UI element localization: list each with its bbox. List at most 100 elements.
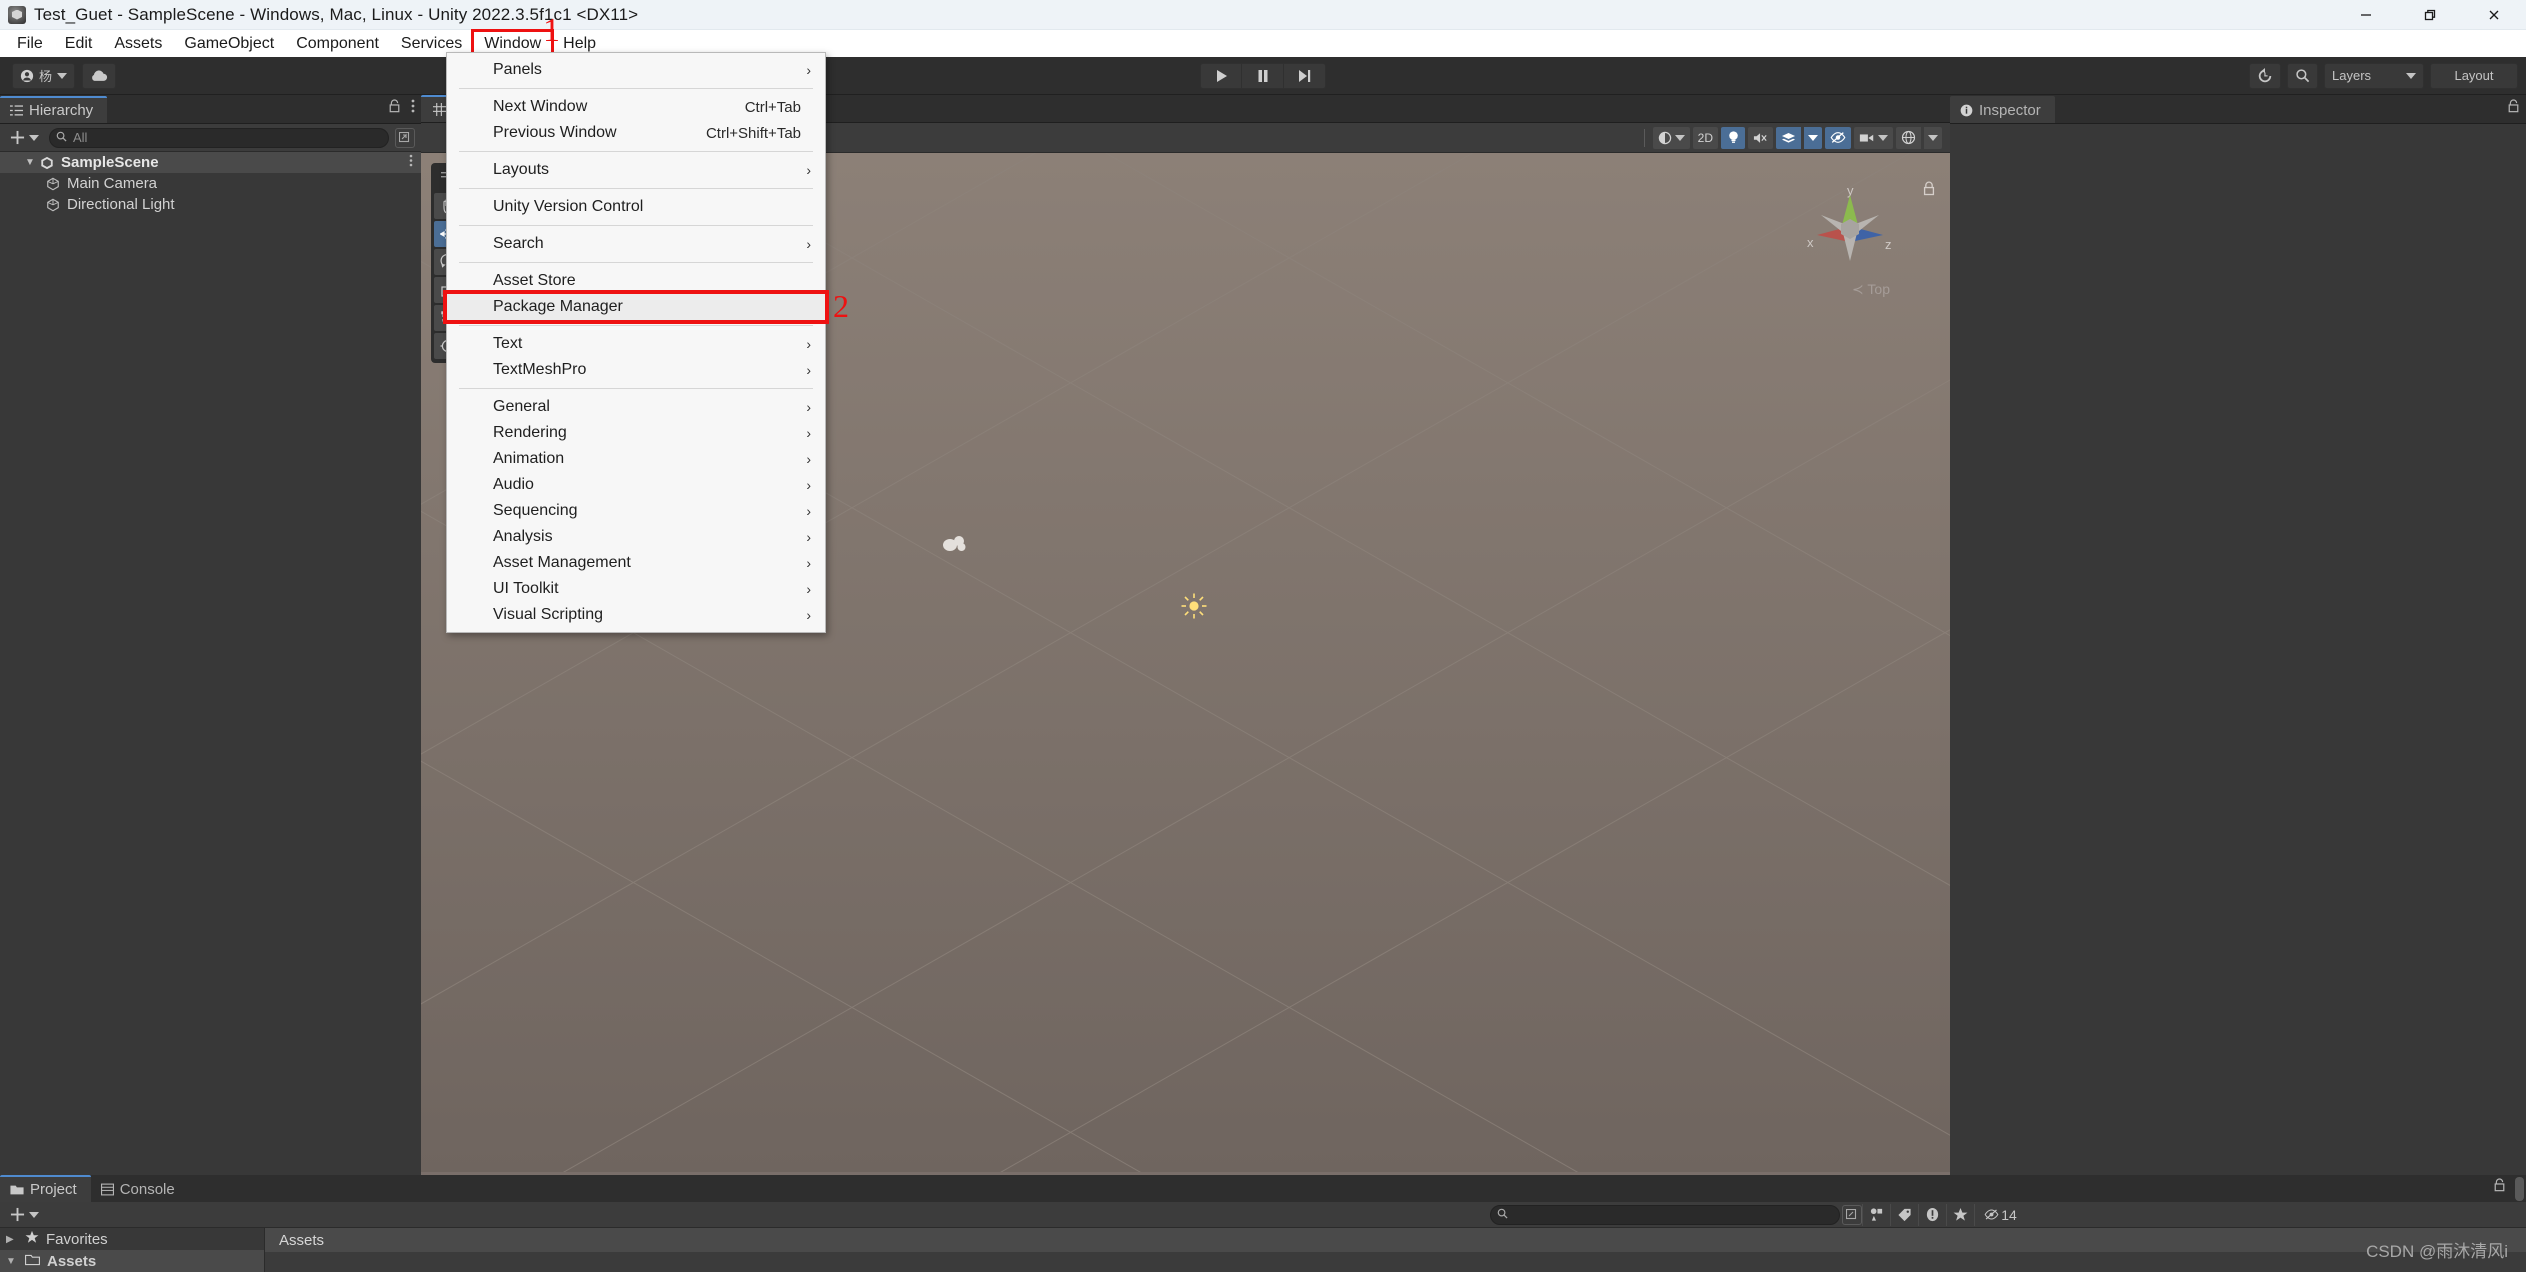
- step-button[interactable]: [1284, 63, 1326, 89]
- menu-item-shortcut: Ctrl+Tab: [745, 99, 809, 116]
- effects-dropdown[interactable]: [1804, 127, 1822, 149]
- divider: [459, 325, 813, 326]
- hidden-assets-count[interactable]: 14: [1974, 1204, 2026, 1226]
- gizmos-toggle[interactable]: [1896, 127, 1921, 149]
- layout-dropdown[interactable]: Layout: [2430, 63, 2518, 89]
- maximize-icon[interactable]: [2398, 0, 2462, 30]
- chevron-down-icon[interactable]: ▼: [22, 157, 38, 168]
- tab-console[interactable]: Console: [91, 1175, 189, 1202]
- add-gameobject-button[interactable]: [6, 130, 43, 145]
- gizmos-dropdown[interactable]: [1924, 127, 1942, 149]
- main-camera-gizmo[interactable]: [941, 533, 967, 558]
- divider: [459, 225, 813, 226]
- menu-item-rendering[interactable]: Rendering ›: [447, 420, 825, 446]
- search-expand-icon[interactable]: [395, 128, 415, 148]
- close-icon[interactable]: [2462, 0, 2526, 30]
- menu-item-previous-window[interactable]: Previous Window Ctrl+Shift+Tab: [447, 120, 825, 146]
- chevron-down-icon: [1808, 135, 1818, 141]
- menu-item-search[interactable]: Search ›: [447, 231, 825, 257]
- warning-icon[interactable]: [1918, 1204, 1946, 1226]
- directional-light-gizmo[interactable]: [1181, 593, 1207, 624]
- scene-camera-dropdown[interactable]: [1854, 127, 1893, 149]
- chevron-down-icon[interactable]: ▼: [6, 1256, 18, 1267]
- menu-item-ui-toolkit[interactable]: UI Toolkit ›: [447, 576, 825, 602]
- list-item[interactable]: ▼ SampleScene: [0, 152, 421, 173]
- menu-item-asset-management[interactable]: Asset Management ›: [447, 550, 825, 576]
- shading-mode-dropdown[interactable]: [1653, 127, 1690, 149]
- inspector-tabbar: Inspector: [1950, 95, 2526, 124]
- lock-icon[interactable]: [2507, 99, 2520, 118]
- play-button[interactable]: [1200, 63, 1242, 89]
- tab-project[interactable]: Project: [0, 1175, 91, 1202]
- kebab-menu-icon[interactable]: [411, 99, 415, 118]
- search-expand-icon[interactable]: [1842, 1205, 1862, 1225]
- window-dropdown-menu[interactable]: Panels › Next Window Ctrl+Tab Previous W…: [446, 52, 826, 633]
- list-item[interactable]: ▼ Assets: [0, 1250, 264, 1272]
- chevron-right-icon[interactable]: ▶: [6, 1234, 18, 1245]
- hierarchy-search-input[interactable]: All: [49, 128, 389, 148]
- list-item[interactable]: Main Camera: [0, 173, 421, 194]
- divider: [1644, 129, 1645, 147]
- kebab-menu-icon[interactable]: [409, 154, 413, 171]
- favorite-icon[interactable]: [1946, 1204, 1974, 1226]
- lock-icon[interactable]: [388, 99, 401, 118]
- menu-item-panels[interactable]: Panels ›: [447, 57, 825, 83]
- scene-view-options: 2D: [1639, 127, 1942, 149]
- list-item[interactable]: Directional Light: [0, 194, 421, 215]
- hierarchy-tree[interactable]: ▼ SampleScene Main Camera Direct: [0, 152, 421, 1175]
- layers-dropdown[interactable]: Layers: [2324, 63, 2424, 89]
- menu-edit[interactable]: Edit: [54, 31, 104, 56]
- gizmo-view-label[interactable]: ≺ Top: [1852, 281, 1890, 298]
- divider: [459, 88, 813, 89]
- scene-visibility-toggle[interactable]: [1825, 127, 1851, 149]
- unity-scene-icon: [38, 156, 56, 170]
- menu-item-label: Audio: [493, 476, 534, 494]
- filter-type-icon[interactable]: [1862, 1204, 1890, 1226]
- menu-item-animation[interactable]: Animation ›: [447, 446, 825, 472]
- history-icon[interactable]: [2249, 63, 2281, 89]
- breadcrumb-label: Assets: [279, 1232, 324, 1249]
- lock-icon[interactable]: [2493, 1178, 2506, 1197]
- project-contents[interactable]: Assets: [264, 1228, 2526, 1272]
- menu-component[interactable]: Component: [285, 31, 390, 56]
- scene-orientation-gizmo[interactable]: y x z: [1795, 173, 1905, 283]
- audio-mute-toggle[interactable]: [1748, 127, 1773, 149]
- menu-item-package-manager[interactable]: Package Manager: [447, 294, 825, 320]
- project-scrollbar[interactable]: [2515, 1175, 2524, 1272]
- pause-button[interactable]: [1242, 63, 1284, 89]
- lighting-toggle[interactable]: [1721, 127, 1745, 149]
- project-tree[interactable]: ▶ Favorites ▼ Assets: [0, 1228, 264, 1272]
- search-icon[interactable]: [2287, 63, 2318, 89]
- menu-item-analysis[interactable]: Analysis ›: [447, 524, 825, 550]
- menu-item-unity-version-control[interactable]: Unity Version Control: [447, 194, 825, 220]
- filter-label-icon[interactable]: [1890, 1204, 1918, 1226]
- menu-item-text[interactable]: Text ›: [447, 331, 825, 357]
- tab-inspector[interactable]: Inspector: [1950, 96, 2055, 123]
- effects-toggle[interactable]: [1776, 127, 1801, 149]
- divider: [459, 188, 813, 189]
- account-button[interactable]: 杨: [12, 63, 75, 89]
- menu-gameobject[interactable]: GameObject: [173, 31, 285, 56]
- menu-item-layouts[interactable]: Layouts ›: [447, 157, 825, 183]
- menu-item-sequencing[interactable]: Sequencing ›: [447, 498, 825, 524]
- menu-item-textmeshpro[interactable]: TextMeshPro ›: [447, 357, 825, 383]
- minimize-icon[interactable]: [2334, 0, 2398, 30]
- cloud-button[interactable]: [82, 63, 116, 89]
- menu-assets[interactable]: Assets: [103, 31, 173, 56]
- menu-item-general[interactable]: General ›: [447, 394, 825, 420]
- divider: [459, 262, 813, 263]
- menu-file[interactable]: File: [6, 31, 54, 56]
- toggle-2d-button[interactable]: 2D: [1693, 127, 1718, 149]
- hierarchy-toolbar: All: [0, 124, 421, 152]
- project-search-input[interactable]: [1490, 1205, 1840, 1225]
- chevron-right-icon: ›: [806, 425, 811, 441]
- chevron-right-icon: ›: [806, 503, 811, 519]
- tab-hierarchy[interactable]: Hierarchy: [0, 96, 107, 123]
- create-asset-button[interactable]: [6, 1207, 43, 1222]
- scene-lock-icon[interactable]: [1922, 181, 1936, 201]
- menu-item-next-window[interactable]: Next Window Ctrl+Tab: [447, 94, 825, 120]
- menu-item-visual-scripting[interactable]: Visual Scripting ›: [447, 602, 825, 628]
- menu-item-asset-store[interactable]: Asset Store: [447, 268, 825, 294]
- menu-item-audio[interactable]: Audio ›: [447, 472, 825, 498]
- list-item[interactable]: ▶ Favorites: [0, 1228, 264, 1250]
